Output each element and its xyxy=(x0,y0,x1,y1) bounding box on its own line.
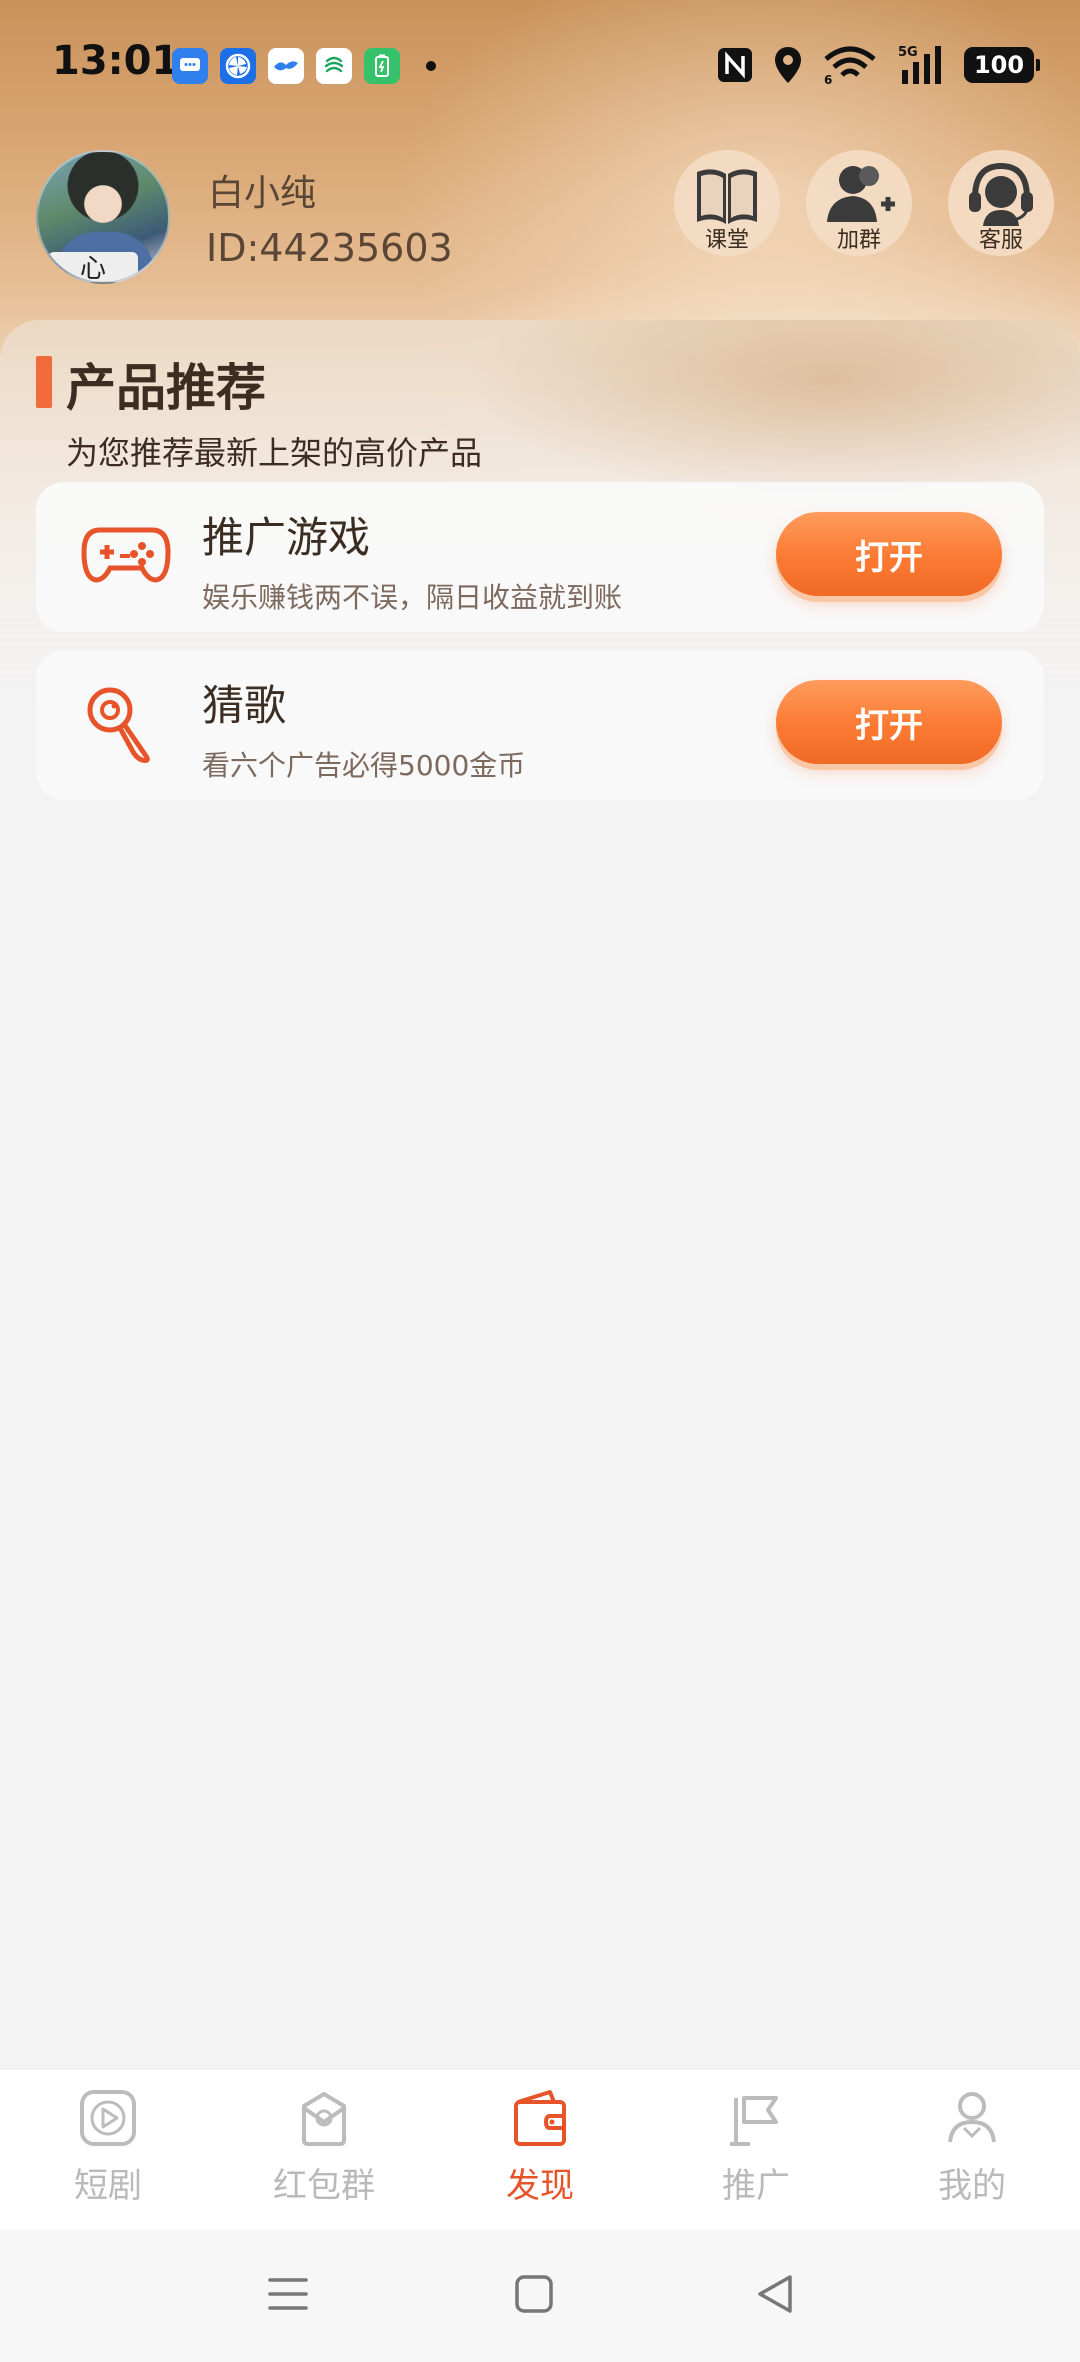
svg-text:6: 6 xyxy=(824,73,832,85)
product-title: 猜歌 xyxy=(202,681,287,730)
bottom-tab-bar: 短剧 红包群 发现 推广 我的 xyxy=(0,2070,1080,2230)
tab-label: 发现 xyxy=(506,2166,574,2206)
tab-label: 红包群 xyxy=(273,2166,375,2206)
tab-red-packet-group[interactable]: 红包群 xyxy=(216,2070,432,2230)
status-bar: 13:01 6 5G 100 xyxy=(0,0,1080,130)
signal-icon: 5G xyxy=(898,45,941,84)
pinwheel-icon xyxy=(220,48,256,84)
wallet-icon xyxy=(514,2090,566,2146)
wifi-icon: 6 xyxy=(824,46,876,85)
tab-label: 推广 xyxy=(722,2166,790,2206)
product-card-promote-game[interactable]: 推广游戏 娱乐赚钱两不误，隔日收益就到账 打开 xyxy=(36,482,1044,632)
location-icon xyxy=(775,47,801,83)
more-notifications-dot xyxy=(426,61,436,71)
product-title: 推广游戏 xyxy=(202,513,371,562)
product-card-guess-song[interactable]: 猜歌 看六个广告必得5000金币 打开 xyxy=(36,650,1044,800)
open-button[interactable]: 打开 xyxy=(776,512,1002,596)
flag-icon xyxy=(730,2096,778,2146)
add-group-icon xyxy=(827,166,895,222)
section-accent-bar xyxy=(36,356,52,408)
headset-icon xyxy=(969,162,1033,226)
tab-label: 短剧 xyxy=(74,2166,142,2206)
status-time: 13:01 xyxy=(52,38,180,84)
tab-mine[interactable]: 我的 xyxy=(864,2070,1080,2230)
tab-short-drama[interactable]: 短剧 xyxy=(0,2070,216,2230)
section-title: 产品推荐 xyxy=(66,359,266,417)
network-type-text: 5G xyxy=(898,45,918,60)
china-mobile-icon xyxy=(316,48,352,84)
customer-service-label: 客服 xyxy=(978,228,1023,253)
message-icon xyxy=(172,48,208,84)
system-icons: 6 5G 100 xyxy=(716,44,1040,86)
user-name: 白小纯 xyxy=(208,173,317,214)
battery-indicator: 100 xyxy=(964,47,1040,83)
tab-label: 我的 xyxy=(938,2166,1006,2206)
book-icon xyxy=(697,169,757,224)
home-icon[interactable] xyxy=(514,2274,554,2314)
classroom-label: 课堂 xyxy=(704,228,749,253)
red-packet-icon xyxy=(302,2092,346,2146)
gamepad-icon xyxy=(81,527,171,583)
play-icon xyxy=(80,2090,136,2146)
system-navigation-bar xyxy=(0,2230,1080,2362)
user-icon xyxy=(948,2092,996,2143)
join-group-label: 加群 xyxy=(836,228,881,253)
open-button[interactable]: 打开 xyxy=(776,680,1002,764)
tab-discover[interactable]: 发现 xyxy=(432,2070,648,2230)
tab-promote[interactable]: 推广 xyxy=(648,2070,864,2230)
customer-service-button[interactable]: 客服 xyxy=(948,150,1054,256)
product-description: 看六个广告必得5000金币 xyxy=(202,749,526,782)
avatar[interactable]: 心 xyxy=(36,150,170,284)
music-search-icon xyxy=(87,687,150,763)
battery-saver-icon xyxy=(364,48,400,84)
user-id: ID:44235603 xyxy=(206,226,453,270)
product-recommendation-section: 产品推荐 为您推荐最新上架的高价产品 推广游戏 娱乐赚钱两不误，隔日收益就到账 … xyxy=(0,320,1080,2070)
bird-icon xyxy=(268,48,304,84)
classroom-button[interactable]: 课堂 xyxy=(674,150,780,256)
menu-icon[interactable] xyxy=(268,2274,308,2314)
back-icon[interactable] xyxy=(756,2274,796,2314)
avatar-scroll: 心 xyxy=(48,252,138,282)
section-subtitle: 为您推荐最新上架的高价产品 xyxy=(66,434,483,472)
product-description: 娱乐赚钱两不误，隔日收益就到账 xyxy=(202,581,623,614)
nfc-icon xyxy=(718,48,752,82)
notification-icons xyxy=(172,48,436,84)
join-group-button[interactable]: 加群 xyxy=(806,150,912,256)
